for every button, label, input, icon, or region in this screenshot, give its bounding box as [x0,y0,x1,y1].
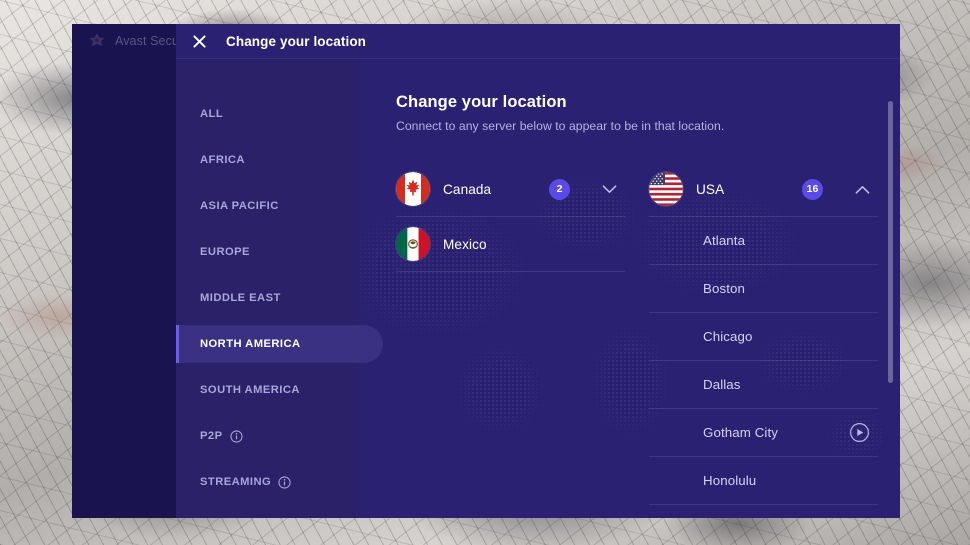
avast-logo-icon [88,32,106,50]
country-name: USA [696,181,725,197]
page-title: Change your location [396,93,567,111]
desktop-wallpaper: Avast Secur Change your location ALL AFRI… [0,0,970,545]
city-name: Dallas [703,377,741,392]
flag-canada-icon [396,172,430,206]
sidebar-item-south-america[interactable]: SOUTH AMERICA [176,371,359,409]
sidebar-item-north-america[interactable]: NORTH AMERICA [176,325,383,363]
country-name: Canada [443,181,492,197]
dialog-body: ALL AFRICA ASIA PACIFIC EUROPE MIDDLE EAST NO… [176,59,900,518]
background-window-title: Avast Secur [115,34,184,48]
city-row[interactable]: Dallas [649,361,878,409]
city-row[interactable]: Chicago [649,313,878,361]
change-location-dialog: Change your location ALL AFRICA ASIA PACIF… [176,24,900,518]
server-count-badge: 16 [802,178,823,200]
location-column-left: Canada 2 Mexico [396,162,625,272]
main-header: Change your location Connect to any serv… [359,93,900,133]
country-row[interactable]: Mexico [396,217,625,272]
city-row[interactable]: Jacksonville [649,505,878,518]
location-column-right: USA 16 Atlanta Boston Chicago Dallas Gotham Ci… [649,162,878,518]
city-row[interactable]: Atlanta [649,217,878,265]
sidebar-item-label: NORTH AMERICA [200,338,301,350]
sidebar-item-label: P2P [200,430,223,442]
city-row[interactable]: Gotham City [649,409,878,457]
chevron-down-icon[interactable] [597,177,621,201]
play-connect-icon[interactable] [848,422,870,444]
page-subtitle: Connect to any server below to appear to… [396,119,725,133]
sidebar-item-label: STREAMING [200,476,272,488]
sidebar-item-streaming[interactable]: STREAMING [176,463,359,501]
city-name: Chicago [703,329,753,344]
flag-mexico-icon [396,227,430,261]
server-count-badge: 2 [549,178,570,200]
country-name: Mexico [443,236,487,252]
country-row[interactable]: USA 16 [649,162,878,217]
location-list-scroll-area[interactable]: Change your location Connect to any serv… [359,59,900,518]
sidebar-item-africa[interactable]: AFRICA [176,141,359,179]
city-row[interactable]: Honolulu [649,457,878,505]
country-row[interactable]: Canada 2 [396,162,625,217]
region-sidebar: ALL AFRICA ASIA PACIFIC EUROPE MIDDLE EAST NO… [176,59,383,518]
main-panel: Change your location Connect to any serv… [359,59,900,518]
info-icon[interactable] [229,429,243,443]
sidebar-item-middle-east[interactable]: MIDDLE EAST [176,279,359,317]
dialog-titlebar: Change your location [176,24,900,59]
sidebar-item-all[interactable]: ALL [176,95,359,133]
sidebar-item-label: EUROPE [200,246,250,258]
sidebar-item-label: ALL [200,108,224,120]
city-name: Honolulu [703,473,757,488]
location-columns: Canada 2 Mexico USA 16 Atlanta Boston Chicago D… [359,162,900,518]
sidebar-item-europe[interactable]: EUROPE [176,233,359,271]
sidebar-item-label: SOUTH AMERICA [200,384,300,396]
scrollbar-thumb[interactable] [888,101,893,383]
chevron-up-icon[interactable] [850,177,874,201]
sidebar-item-label: ASIA PACIFIC [200,200,279,212]
city-row[interactable]: Boston [649,265,878,313]
flag-usa-icon [649,172,683,206]
close-icon[interactable] [188,30,210,52]
vertical-scrollbar[interactable] [888,101,893,506]
sidebar-item-p2p[interactable]: P2P [176,417,359,455]
sidebar-item-label: AFRICA [200,154,245,166]
sidebar-item-label: MIDDLE EAST [200,292,281,304]
city-name: Atlanta [703,233,746,248]
city-name: Boston [703,281,745,296]
info-icon[interactable] [278,475,291,489]
city-name: Gotham City [703,425,778,440]
sidebar-item-asia-pacific[interactable]: ASIA PACIFIC [176,187,359,225]
dialog-title: Change your location [226,33,367,49]
